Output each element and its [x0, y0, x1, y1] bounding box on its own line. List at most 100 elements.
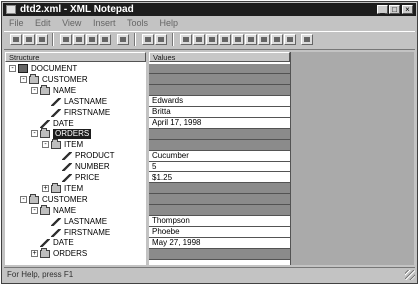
menu-edit[interactable]: Edit [35, 18, 51, 28]
leaf-node-icon [40, 239, 50, 248]
leaf-node-icon [51, 228, 61, 237]
value-cell[interactable] [149, 194, 290, 206]
save-file-icon[interactable] [36, 34, 48, 45]
leaf-node-icon [51, 97, 61, 106]
tree-node-label[interactable]: PRICE [75, 173, 99, 183]
value-cell[interactable]: Edwards [149, 96, 290, 108]
refresh-icon[interactable] [271, 34, 283, 45]
comment-icon[interactable] [193, 34, 205, 45]
value-cell[interactable] [149, 128, 290, 140]
value-cell[interactable]: May 27, 1998 [149, 237, 290, 249]
value-cell[interactable] [149, 183, 290, 195]
empty-area [290, 52, 414, 265]
expand-icon[interactable]: + [31, 250, 38, 258]
tree-node-label[interactable]: DATE [53, 238, 74, 248]
structure-tree[interactable]: - DOCUMENT - CUSTOMER - NAME LASTNAME FIRSTNAME… [5, 62, 146, 265]
toolbar [4, 31, 415, 50]
cdata-icon[interactable] [219, 34, 231, 45]
title-bar[interactable]: dtd2.xml - XML Notepad _ □ × [3, 3, 416, 16]
folder-icon [51, 182, 61, 193]
resize-grip[interactable] [405, 270, 415, 280]
values-pane[interactable]: Edwards Britta April 17, 1998 Cucumber 5 $1.2… [149, 62, 290, 265]
status-text: For Help, press F1 [7, 270, 74, 279]
leaf-node-icon [40, 119, 50, 128]
cut-icon[interactable] [60, 34, 72, 45]
structure-column-header[interactable]: Structure [5, 52, 146, 62]
menu-bar: File Edit View Insert Tools Help [4, 17, 182, 29]
collapse-icon[interactable]: - [31, 206, 38, 214]
value-cell[interactable]: $1.25 [149, 172, 290, 184]
tree-node-label[interactable]: LASTNAME [64, 217, 107, 227]
expand-icon[interactable]: + [42, 184, 49, 192]
toolbar-separator [52, 33, 54, 46]
menu-view[interactable]: View [62, 18, 81, 28]
menu-insert[interactable]: Insert [93, 18, 116, 28]
folder-icon [29, 73, 39, 84]
value-cell[interactable] [149, 74, 290, 86]
doctype-icon[interactable] [245, 34, 257, 45]
tree-node-label[interactable]: PRODUCT [75, 151, 115, 161]
tree-node-label[interactable]: NUMBER [75, 162, 110, 172]
delete-icon[interactable] [99, 34, 111, 45]
tree-node-label[interactable]: FIRSTNAME [64, 108, 110, 118]
folder-icon [40, 204, 50, 215]
tree-node-label[interactable]: NAME [53, 206, 76, 216]
toolbar-separator [172, 33, 174, 46]
help-icon[interactable] [301, 34, 313, 45]
value-cell[interactable]: Britta [149, 107, 290, 118]
copy-icon[interactable] [73, 34, 85, 45]
processing-instruction-icon[interactable] [206, 34, 218, 45]
collapse-icon[interactable]: - [9, 65, 16, 72]
collapse-icon[interactable]: - [20, 195, 27, 203]
folder-icon [40, 248, 50, 259]
value-cell[interactable] [149, 85, 290, 97]
element-icon[interactable] [142, 34, 154, 45]
new-file-icon[interactable] [10, 34, 22, 45]
tree-node-label[interactable]: CUSTOMER [42, 75, 88, 85]
paste-icon[interactable] [86, 34, 98, 45]
tree-node-label[interactable]: FIRSTNAME [64, 228, 110, 238]
open-file-icon[interactable] [23, 34, 35, 45]
tree-node-label[interactable]: CUSTOMER [42, 195, 88, 205]
collapse-icon[interactable]: - [42, 141, 49, 149]
collapse-icon[interactable]: - [31, 130, 38, 138]
value-cell[interactable]: Phoebe [149, 227, 290, 238]
menu-help[interactable]: Help [160, 18, 179, 28]
value-cell[interactable] [149, 63, 290, 75]
toolbar-separator [134, 33, 136, 46]
app-icon[interactable] [6, 5, 16, 14]
tree-node-label[interactable]: ITEM [64, 184, 83, 194]
maximize-button[interactable]: □ [389, 5, 400, 14]
document-icon [18, 64, 28, 73]
folder-icon [40, 84, 50, 95]
value-cell[interactable]: April 17, 1998 [149, 118, 290, 129]
minimize-button[interactable]: _ [377, 5, 388, 14]
text-icon[interactable] [180, 34, 192, 45]
value-cell[interactable]: Cucumber [149, 150, 290, 162]
collapse-icon[interactable]: - [31, 86, 38, 94]
tree-node-label[interactable]: LASTNAME [64, 97, 107, 107]
leaf-node-icon [62, 174, 72, 182]
tree-node-label[interactable]: DOCUMENT [31, 64, 77, 74]
value-cell[interactable]: Thompson [149, 216, 290, 227]
tree-node-label[interactable]: NAME [53, 86, 76, 96]
tree-node-label[interactable]: ORDERS [53, 129, 92, 140]
tree-node-label[interactable]: DATE [53, 119, 74, 129]
tree-node-label[interactable]: ITEM [64, 140, 83, 150]
collapse-icon[interactable]: - [20, 75, 27, 83]
entity-icon[interactable] [232, 34, 244, 45]
value-cell[interactable] [149, 248, 290, 260]
view-icon[interactable] [258, 34, 270, 45]
leaf-node-icon [62, 163, 72, 172]
value-cell[interactable]: 5 [149, 161, 290, 173]
tree-node-label[interactable]: ORDERS [53, 249, 87, 259]
attribute-icon[interactable] [155, 34, 167, 45]
value-cell[interactable] [149, 139, 290, 151]
value-cell[interactable] [149, 205, 290, 217]
values-column-header[interactable]: Values [149, 52, 290, 62]
menu-tools[interactable]: Tools [127, 18, 148, 28]
menu-file[interactable]: File [9, 18, 24, 28]
properties-icon[interactable] [284, 34, 296, 45]
find-icon[interactable] [117, 34, 129, 45]
close-button[interactable]: × [402, 5, 413, 14]
